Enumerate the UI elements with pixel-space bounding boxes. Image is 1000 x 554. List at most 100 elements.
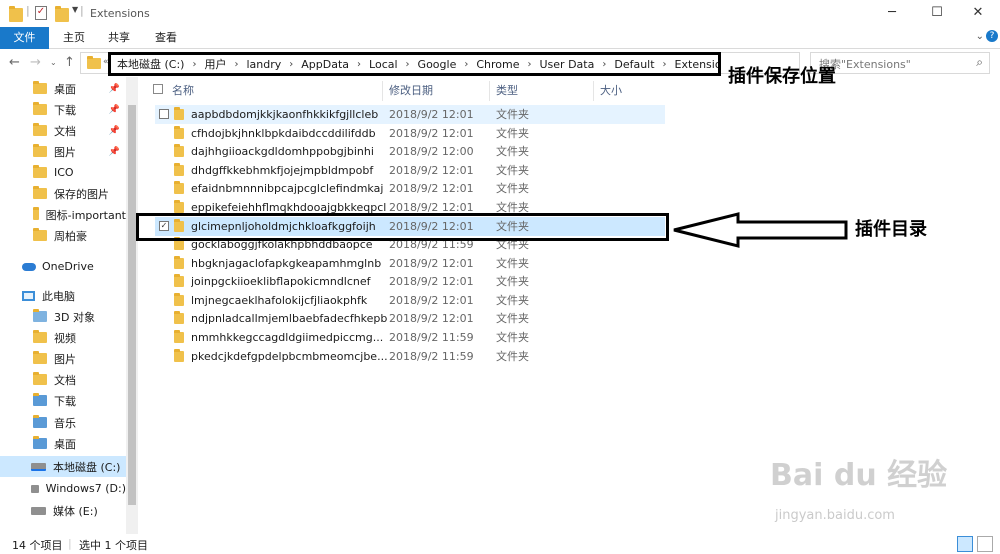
sidebar-scrollbar[interactable] <box>126 77 138 534</box>
sidebar-item-documents[interactable]: 文档 📌 <box>0 120 126 141</box>
search-input[interactable]: 搜索"Extensions" ⌕ <box>810 52 990 74</box>
select-all-checkbox[interactable] <box>153 84 163 94</box>
sidebar-item-label: 媒体 (E:) <box>53 504 98 518</box>
column-header-date[interactable]: 修改日期 <box>383 81 490 101</box>
sidebar-item-ico[interactable]: ICO <box>0 162 126 183</box>
sidebar-item-desktop-pc[interactable]: 桌面 <box>0 433 126 454</box>
maximize-button[interactable]: ☐ <box>915 3 959 23</box>
table-row[interactable]: aapbdbdomjkkjkaonfhkkikfgjllcleb 2018/9/2… <box>155 105 665 124</box>
table-row[interactable]: efaidnbmnnnibpcajpcglclefindmkaj 2018/9/2… <box>155 179 665 198</box>
tab-share[interactable]: 共享 <box>98 27 140 49</box>
chevron-down-icon[interactable]: ▼ <box>72 5 78 19</box>
annotation-label: 插件目录 <box>855 219 927 240</box>
help-icon[interactable]: ? <box>986 30 998 42</box>
large-icons-view-button[interactable] <box>977 536 993 552</box>
sidebar-item-drive-e[interactable]: 媒体 (E:) <box>0 500 126 521</box>
file-name: nmmhkkegccagdldgiimedpiccmg... <box>191 330 384 344</box>
properties-icon[interactable]: ✓ <box>35 6 47 20</box>
sidebar-item-drive-d[interactable]: Windows7 (D:) <box>0 478 126 499</box>
sidebar-item-downloads-pc[interactable]: 下载 <box>0 390 126 411</box>
table-row[interactable]: dhdgffkkebhmkfjojejmpbldmpobf 2018/9/2 12… <box>155 161 665 180</box>
file-name: hbgknjagaclofapkgkeapamhmglnb <box>191 256 382 270</box>
sidebar-item-label: 视频 <box>54 331 76 345</box>
folder-icon <box>174 292 184 306</box>
table-row[interactable]: pkedcjkdefgpdelpbcmbmeomcjbe... 2018/9/2 … <box>155 347 665 366</box>
crumb[interactable]: Google <box>418 58 457 71</box>
row-checkbox[interactable] <box>159 146 169 156</box>
column-header-size[interactable]: 大小 <box>594 81 664 101</box>
column-header-name[interactable]: 名称 <box>166 81 383 101</box>
crumb[interactable]: 用户 <box>204 56 226 72</box>
row-checkbox[interactable] <box>159 276 169 286</box>
file-date: 2018/9/2 11:59 <box>389 330 474 344</box>
title-bar: | ✓ ▼ | Extensions ─ ☐ ✕ <box>0 0 1000 27</box>
crumb[interactable]: landry <box>246 58 281 71</box>
row-checkbox[interactable] <box>159 295 169 305</box>
sidebar-item-music[interactable]: 音乐 <box>0 412 126 433</box>
row-checkbox[interactable] <box>159 202 169 212</box>
table-row[interactable]: joinpgckiioeklibflapokicmndlcnef 2018/9/2… <box>155 272 665 291</box>
crumb[interactable]: Local <box>369 58 398 71</box>
table-row[interactable]: dajhhgiioackgdldomhppobgjbinhi 2018/9/2 1… <box>155 142 665 161</box>
crumb[interactable]: AppData <box>301 58 349 71</box>
address-bar[interactable]: « 本地磁盘 (C:) › 用户 › landry › AppData › Local ›… <box>80 52 800 76</box>
sidebar-item-desktop[interactable]: 桌面 📌 <box>0 78 126 99</box>
search-icon[interactable]: ⌕ <box>976 55 983 70</box>
tab-home[interactable]: 主页 <box>53 27 95 49</box>
row-checkbox[interactable] <box>159 332 169 342</box>
details-view-button[interactable] <box>957 536 973 552</box>
sidebar-item-zhou[interactable]: 周柏豪 <box>0 225 126 246</box>
minimize-button[interactable]: ─ <box>870 3 914 23</box>
chevron-down-icon[interactable]: ⌄ <box>50 58 57 67</box>
forward-icon[interactable]: → <box>30 55 41 70</box>
crumb[interactable]: Extensions <box>675 58 718 71</box>
crumb[interactable]: 本地磁盘 (C:) <box>117 56 184 72</box>
crumb[interactable]: User Data <box>540 58 595 71</box>
sidebar-item-onedrive[interactable]: OneDrive <box>0 256 126 277</box>
up-icon[interactable]: ↑ <box>64 55 75 70</box>
new-folder-icon[interactable] <box>55 6 69 22</box>
column-header-type[interactable]: 类型 <box>490 81 594 101</box>
tab-view[interactable]: 查看 <box>145 27 187 49</box>
sidebar-item-drive-c[interactable]: 本地磁盘 (C:) <box>0 456 126 477</box>
row-checkbox[interactable] <box>159 183 169 193</box>
sidebar-item-pictures-pc[interactable]: 图片 <box>0 348 126 369</box>
file-date: 2018/9/2 12:01 <box>389 200 474 214</box>
sidebar-item-documents-pc[interactable]: 文档 <box>0 369 126 390</box>
sidebar-item-this-pc[interactable]: 此电脑 <box>0 285 126 306</box>
sidebar-item-pictures[interactable]: 图片 📌 <box>0 141 126 162</box>
folder-icon <box>174 255 184 269</box>
sidebar-item-saved-pictures[interactable]: 保存的图片 <box>0 183 126 204</box>
crumb[interactable]: Chrome <box>476 58 519 71</box>
sidebar-item-3d-objects[interactable]: 3D 对象 <box>0 306 126 327</box>
back-icon[interactable]: ← <box>9 55 20 70</box>
row-checkbox[interactable] <box>159 313 169 323</box>
watermark: Bai du 经验 <box>770 458 948 493</box>
table-row[interactable]: ndjpnladcallmjemlbaebfadecfhkepb 2018/9/2… <box>155 309 665 328</box>
separator: | <box>26 4 30 17</box>
sidebar-item-downloads[interactable]: 下载 📌 <box>0 99 126 120</box>
crumb[interactable]: Default <box>614 58 654 71</box>
row-checkbox[interactable] <box>159 109 169 120</box>
tab-file[interactable]: 文件 <box>0 27 49 49</box>
sidebar-item-videos[interactable]: 视频 <box>0 327 126 348</box>
row-checkbox[interactable] <box>159 165 169 175</box>
pin-icon: 📌 <box>108 104 120 115</box>
sidebar-item-label: OneDrive <box>42 260 94 273</box>
row-checkbox[interactable] <box>159 128 169 138</box>
row-checkbox[interactable] <box>159 351 169 361</box>
table-row[interactable]: cfhdojbkjhnklbpkdaibdccddilifddb 2018/9/2… <box>155 124 665 143</box>
scrollbar-thumb[interactable] <box>128 105 136 505</box>
cube-icon <box>33 309 47 322</box>
pin-icon: 📌 <box>108 125 120 136</box>
ribbon: 文件 主页 共享 查看 ⌄ ? <box>0 27 1000 49</box>
table-row[interactable]: nmmhkkegccagdldgiimedpiccmg... 2018/9/2 1… <box>155 328 665 347</box>
file-type: 文件夹 <box>496 275 529 289</box>
pin-icon: 📌 <box>108 83 120 94</box>
close-button[interactable]: ✕ <box>956 3 1000 23</box>
table-row[interactable]: lmjnegcaeklhafolokijcfjliaokphfk 2018/9/2… <box>155 291 665 310</box>
sidebar-item-icons-important[interactable]: 图标-important <box>0 204 126 225</box>
chevron-down-icon[interactable]: ⌄ <box>976 31 984 42</box>
row-checkbox[interactable] <box>159 258 169 268</box>
table-row[interactable]: hbgknjagaclofapkgkeapamhmglnb 2018/9/2 12… <box>155 254 665 273</box>
